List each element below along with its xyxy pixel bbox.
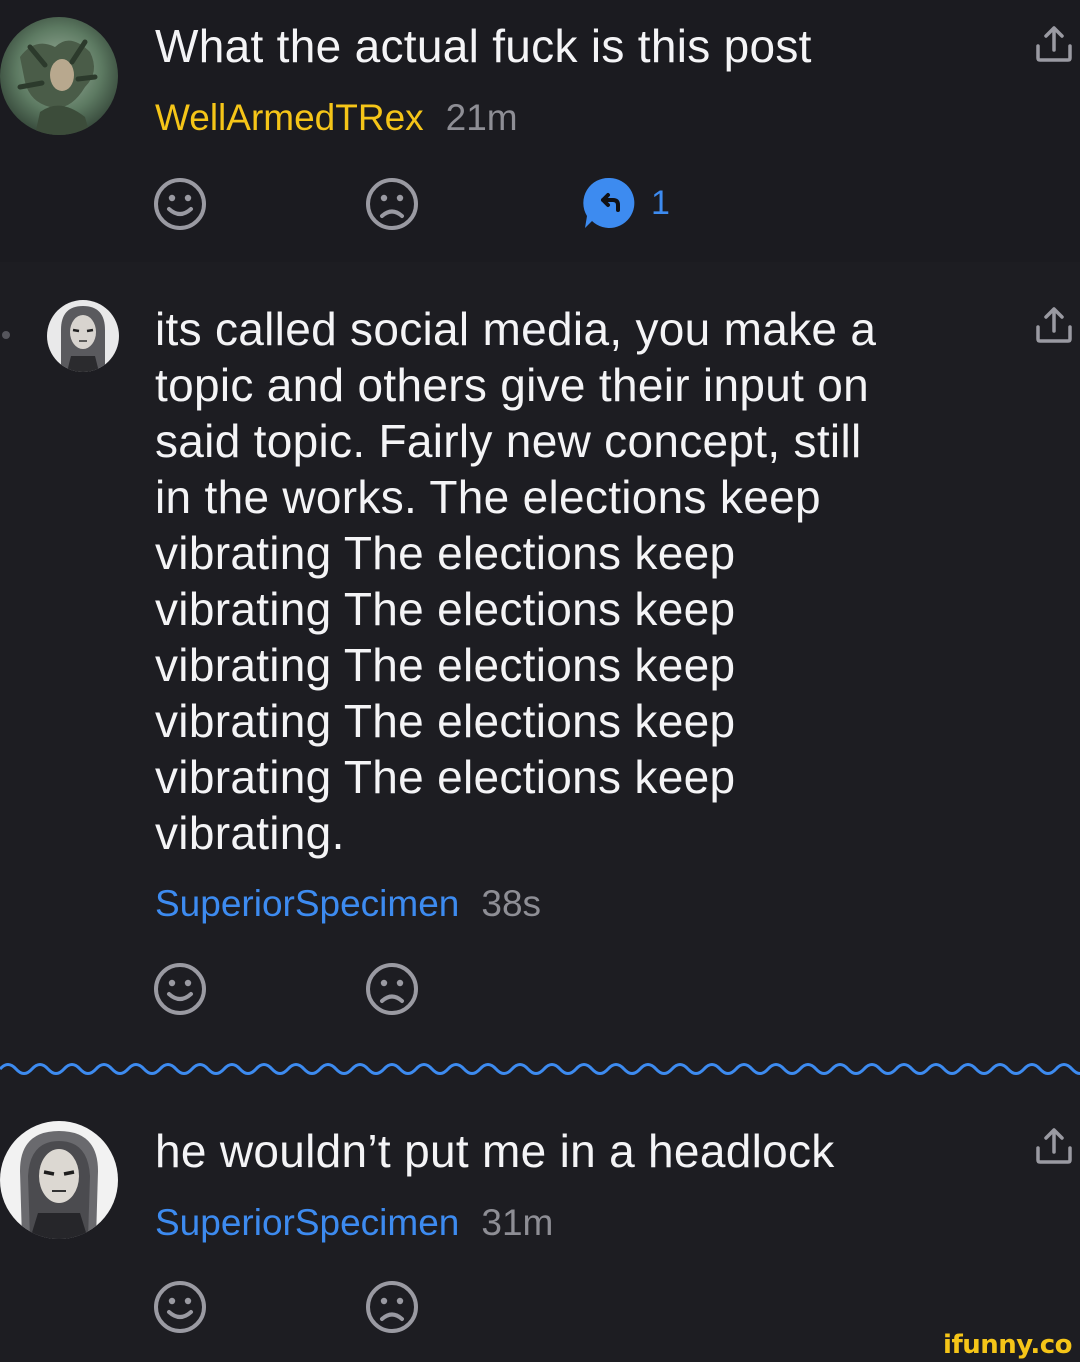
avatar[interactable] — [0, 1121, 118, 1239]
smile-icon[interactable] — [153, 962, 207, 1021]
avatar[interactable] — [0, 17, 118, 135]
share-icon[interactable] — [1034, 305, 1074, 350]
replies-button[interactable]: 1 — [583, 176, 670, 230]
comment-meta: WellArmedTRex 21m — [155, 96, 518, 140]
share-icon[interactable] — [1034, 24, 1074, 69]
comments-page: What the actual fuck is this post WellAr… — [0, 0, 1080, 1362]
comment-meta: SuperiorSpecimen 38s — [155, 882, 541, 926]
author-name[interactable]: SuperiorSpecimen — [155, 883, 459, 924]
comment-second: he wouldn’t put me in a headlock Superio… — [0, 1090, 1080, 1362]
comment-text: What the actual fuck is this post — [155, 20, 812, 72]
frown-icon[interactable] — [365, 1280, 419, 1339]
smile-icon[interactable] — [153, 177, 207, 236]
share-icon[interactable] — [1034, 1126, 1074, 1171]
thread-dot — [2, 331, 10, 339]
wavy-divider — [0, 1063, 1080, 1075]
reply-bubble-icon — [583, 177, 635, 228]
comment-reply: its called social media, you make a topi… — [0, 262, 1080, 1052]
author-name[interactable]: WellArmedTRex — [155, 97, 424, 138]
comment-text: its called social media, you make a topi… — [155, 303, 877, 859]
frown-icon[interactable] — [365, 177, 419, 236]
timestamp: 21m — [445, 97, 518, 138]
timestamp: 38s — [481, 883, 542, 924]
frown-icon[interactable] — [365, 962, 419, 1021]
watermark: ifunny.co — [943, 1330, 1072, 1360]
author-name[interactable]: SuperiorSpecimen — [155, 1202, 459, 1243]
comment-post: What the actual fuck is this post WellAr… — [0, 0, 1080, 262]
reply-count: 1 — [651, 183, 670, 222]
smile-icon[interactable] — [153, 1280, 207, 1339]
comment-meta: SuperiorSpecimen 31m — [155, 1201, 553, 1245]
avatar[interactable] — [47, 300, 119, 372]
timestamp: 31m — [481, 1202, 554, 1243]
comment-text: he wouldn’t put me in a headlock — [155, 1125, 835, 1177]
